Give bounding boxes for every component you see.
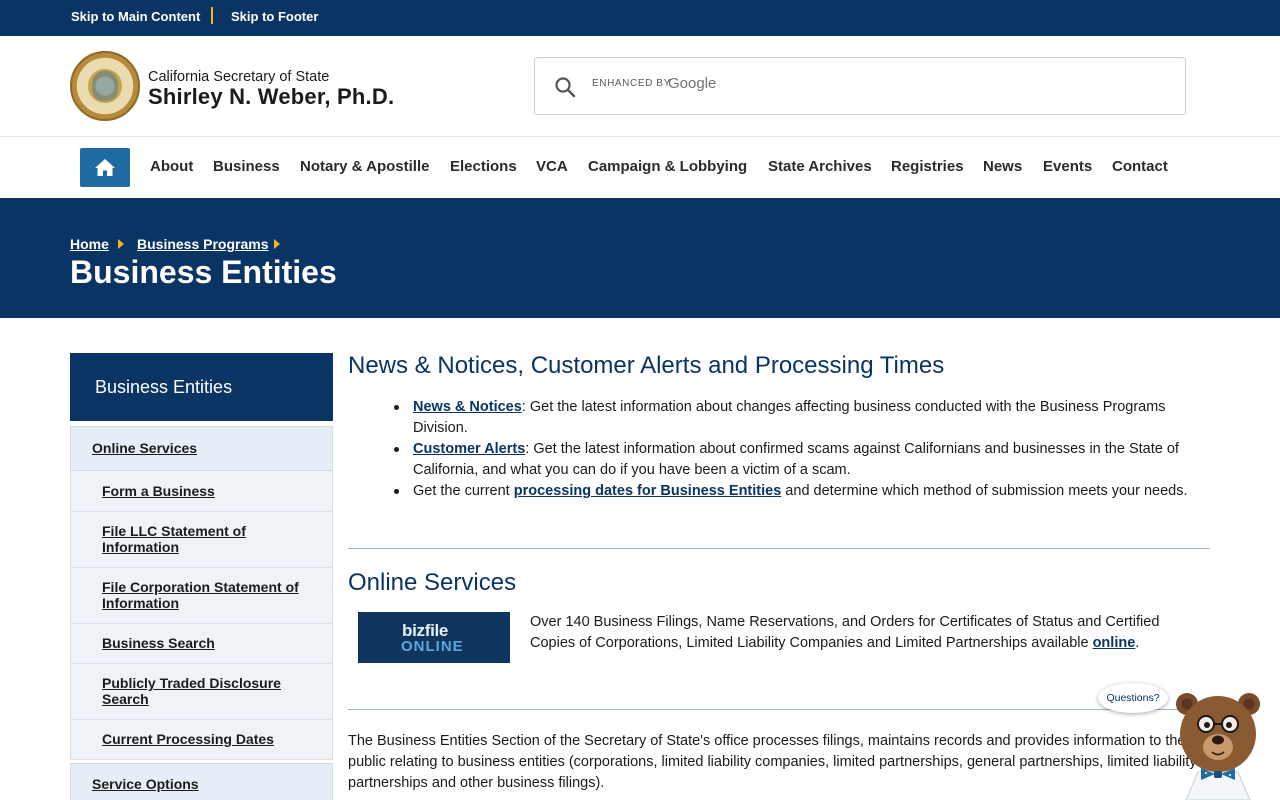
list-item: News & Notices: Get the latest informati… [348,397,1218,439]
processing-dates-pre: Get the current [413,483,514,499]
sidebar-item-business-search[interactable]: Business Search [70,624,333,664]
online-services-description: Over 140 Business Filings, Name Reservat… [530,612,1200,654]
official-name: Shirley N. Weber, Ph.D. [148,84,395,109]
sidebar-group-online-services[interactable]: Online Services [70,426,333,471]
list-item: Customer Alerts: Get the latest informat… [348,439,1218,481]
nav-item-events[interactable]: Events [1043,158,1092,175]
sidebar-item-file-llc-soi[interactable]: File LLC Statement of Information [70,512,333,568]
nav-item-contact[interactable]: Contact [1112,158,1168,175]
breadcrumb-chevron-icon [118,239,124,249]
customer-alerts-link[interactable]: Customer Alerts [413,441,525,457]
breadcrumb-chevron-icon [274,239,280,249]
news-list: News & Notices: Get the latest informati… [348,397,1218,502]
online-link[interactable]: online [1093,635,1136,651]
processing-dates-post: and determine which method of submission… [781,483,1188,499]
page-banner: Home Business Programs Business Entities [0,198,1280,318]
bizfile-online-logo[interactable]: bizfile ONLINE [358,612,510,663]
sidebar-item-file-corp-soi[interactable]: File Corporation Statement of Informatio… [70,568,333,624]
nav-item-notary-apostille[interactable]: Notary & Apostille [300,158,429,175]
skip-to-main-link[interactable]: Skip to Main Content [71,9,200,24]
nav-item-vca[interactable]: VCA [536,158,568,175]
online-services-text: Over 140 Business Filings, Name Reservat… [530,614,1160,651]
skip-to-footer-link[interactable]: Skip to Footer [231,9,318,24]
sidebar-item-current-processing-dates[interactable]: Current Processing Dates [70,720,333,760]
sidebar-item-publicly-traded-disclosure[interactable]: Publicly Traded Disclosure Search [70,664,333,720]
section-divider [348,548,1210,549]
bear-assistant-icon[interactable] [1168,688,1268,800]
questions-bubble[interactable]: Questions? [1098,683,1168,713]
nav-item-campaign-lobbying[interactable]: Campaign & Lobbying [588,158,747,175]
nav-item-news[interactable]: News [983,158,1022,175]
site-header: California Secretary of State Shirley N.… [0,36,1280,137]
breadcrumb-home[interactable]: Home [70,236,109,252]
nav-item-business[interactable]: Business [213,158,280,175]
sidebar-item-form-a-business[interactable]: Form a Business [70,471,333,512]
intro-paragraph: The Business Entities Section of the Sec… [348,733,1197,791]
page-title: Business Entities [70,254,337,290]
online-services-end: . [1135,635,1140,651]
news-notices-text: : Get the latest information about chang… [413,399,1166,436]
site-search: ENHANCED BY Google [534,57,1186,115]
state-seal-logo[interactable] [70,51,140,121]
news-heading: News & Notices, Customer Alerts and Proc… [348,352,945,379]
nav-item-state-archives[interactable]: State Archives [768,158,872,175]
breadcrumb-business-programs[interactable]: Business Programs [137,236,269,252]
online-services-heading: Online Services [348,569,517,596]
search-icon[interactable] [554,76,576,98]
home-icon [95,159,115,176]
sidebar-heading: Business Entities [70,353,333,421]
home-button[interactable] [80,148,130,187]
customer-alerts-text: : Get the latest information about confi… [413,441,1179,478]
sidebar-group-service-options[interactable]: Service Options [70,763,333,800]
skip-bar: Skip to Main Content Skip to Footer [0,0,1280,36]
search-input[interactable] [591,74,1171,100]
nav-item-about[interactable]: About [150,158,193,175]
processing-dates-link[interactable]: processing dates for Business Entities [514,483,782,499]
nav-item-registries[interactable]: Registries [891,158,964,175]
list-item: Get the current processing dates for Bus… [348,481,1218,502]
section-divider [348,709,1210,710]
main-nav: About Business Notary & Apostille Electi… [0,137,1280,198]
news-notices-link[interactable]: News & Notices [413,399,522,415]
agency-name: California Secretary of State [148,69,330,85]
nav-item-elections[interactable]: Elections [450,158,517,175]
bizfile-logo-bottom: ONLINE [401,638,464,655]
skip-separator [211,7,213,24]
